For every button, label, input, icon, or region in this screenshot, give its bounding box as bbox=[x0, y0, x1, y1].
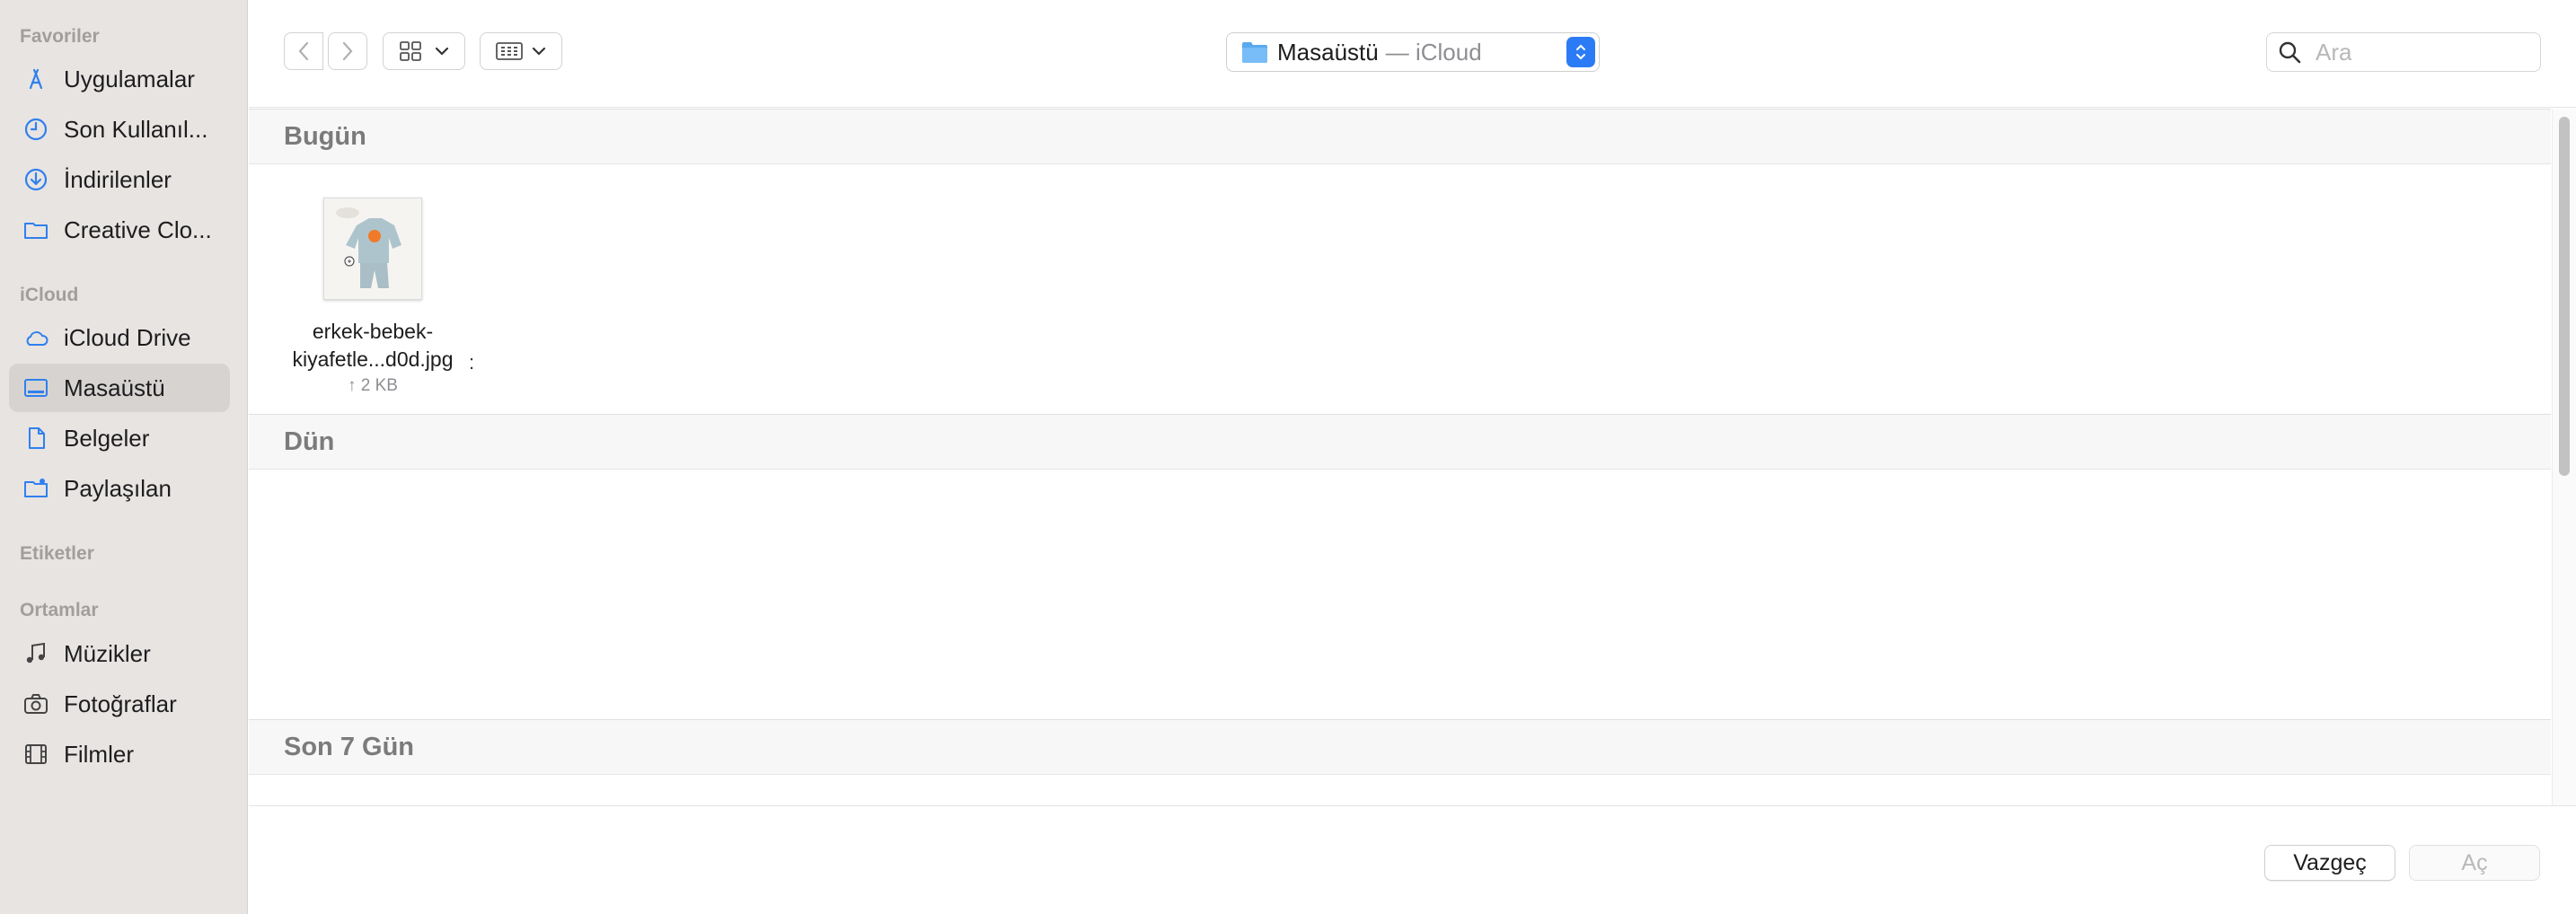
music-note-icon bbox=[22, 639, 50, 668]
group-header-today: Bugün bbox=[249, 109, 2551, 164]
shared-folder-icon bbox=[22, 474, 50, 503]
folder-icon bbox=[1242, 42, 1267, 63]
chevron-right-icon bbox=[342, 41, 353, 61]
sidebar-item-label: Paylaşılan bbox=[64, 474, 172, 502]
sidebar-item-music[interactable]: Müzikler bbox=[9, 629, 230, 678]
document-icon bbox=[22, 424, 50, 453]
sidebar-item-label: Son Kullanıl... bbox=[64, 115, 208, 143]
chevron-left-icon bbox=[298, 41, 309, 61]
up-down-chevron-icon bbox=[1576, 44, 1585, 60]
sidebar-item-label: Uygulamalar bbox=[64, 65, 195, 92]
group-title: Dün bbox=[284, 427, 335, 456]
tags-header: Etiketler bbox=[20, 543, 94, 564]
search-icon bbox=[2279, 41, 2301, 64]
location-popup[interactable]: Masaüstü — iCloud bbox=[1226, 32, 1600, 72]
toolbar: Masaüstü — iCloud bbox=[249, 0, 2576, 108]
group-title: Son 7 Gün bbox=[284, 733, 414, 761]
sidebar-item-label: Müzikler bbox=[64, 639, 151, 667]
folder-icon bbox=[22, 215, 50, 244]
back-button[interactable] bbox=[284, 32, 323, 70]
group-header-last-7-days: Son 7 Gün bbox=[249, 719, 2551, 775]
sidebar-item-label: İndirilenler bbox=[64, 165, 172, 193]
sidebar-item-applications[interactable]: Uygulamalar bbox=[9, 55, 230, 103]
sidebar-item-label: iCloud Drive bbox=[64, 323, 191, 351]
file-browser: Bugün erkek-bebek- kiyafetle...d0d.jpg ↑… bbox=[249, 109, 2551, 805]
vertical-scrollbar[interactable] bbox=[2552, 110, 2576, 805]
cloud-icon bbox=[22, 323, 50, 352]
cancel-button[interactable]: Vazgeç bbox=[2264, 845, 2395, 881]
forward-button[interactable] bbox=[328, 32, 367, 70]
sidebar-item-downloads[interactable]: İndirilenler bbox=[9, 155, 230, 204]
chevron-down-icon bbox=[435, 47, 449, 56]
recents-clock-icon bbox=[22, 115, 50, 144]
sidebar-item-movies[interactable]: Filmler bbox=[9, 730, 230, 778]
view-mode-button[interactable] bbox=[383, 32, 465, 70]
sidebar-item-label: Fotoğraflar bbox=[64, 690, 177, 717]
location-name: Masaüstü bbox=[1277, 38, 1379, 66]
camera-icon bbox=[22, 690, 50, 718]
sidebar-item-label: Filmler bbox=[64, 740, 134, 768]
location-suffix: — iCloud bbox=[1385, 38, 1482, 66]
locations-header: Ortamlar bbox=[20, 600, 99, 620]
group-title: Bugün bbox=[284, 122, 366, 151]
search-field[interactable] bbox=[2266, 32, 2541, 72]
downloads-icon bbox=[22, 165, 50, 194]
sidebar-item-photos[interactable]: Fotoğraflar bbox=[9, 680, 230, 728]
sidebar-item-label: Creative Clo... bbox=[64, 215, 212, 243]
sidebar-item-documents[interactable]: Belgeler bbox=[9, 414, 230, 462]
file-thumbnail bbox=[323, 198, 422, 300]
dialog-footer: Vazgeç Aç bbox=[249, 805, 2576, 914]
group-mode-button[interactable] bbox=[480, 32, 562, 70]
desktop-icon bbox=[22, 374, 50, 402]
file-upload-size: ↑ 2 KB bbox=[348, 376, 398, 395]
sidebar-item-recents[interactable]: Son Kullanıl... bbox=[9, 105, 230, 154]
icon-grid-icon bbox=[400, 41, 421, 61]
sidebar-item-creative-cloud[interactable]: Creative Clo... bbox=[9, 206, 230, 254]
open-button[interactable]: Aç bbox=[2409, 845, 2540, 881]
sidebar: Favoriler Uygulamalar Son Kullanıl... İn… bbox=[0, 0, 248, 914]
sidebar-item-shared[interactable]: Paylaşılan bbox=[9, 464, 230, 513]
search-input[interactable] bbox=[2314, 37, 2524, 67]
group-grid-icon bbox=[496, 42, 523, 60]
popup-stepper[interactable] bbox=[1566, 37, 1595, 67]
sidebar-item-label: Masaüstü bbox=[64, 374, 165, 401]
chevron-down-icon bbox=[532, 47, 546, 56]
favorites-header: Favoriler bbox=[20, 26, 100, 47]
sidebar-item-desktop[interactable]: Masaüstü bbox=[9, 364, 230, 412]
sidebar-item-label: Belgeler bbox=[64, 424, 150, 452]
file-item[interactable]: erkek-bebek- kiyafetle...d0d.jpg ↑ 2 KB bbox=[265, 198, 481, 404]
sidebar-item-icloud-drive[interactable]: iCloud Drive bbox=[9, 313, 230, 362]
group-header-yesterday: Dün bbox=[249, 414, 2551, 470]
truncated-neighbor-label: : bbox=[469, 351, 475, 374]
scrollbar-thumb[interactable] bbox=[2559, 117, 2570, 476]
applications-icon bbox=[22, 65, 50, 93]
film-icon bbox=[22, 740, 50, 769]
icloud-header: iCloud bbox=[20, 285, 79, 305]
file-name: erkek-bebek- kiyafetle...d0d.jpg bbox=[292, 320, 454, 371]
